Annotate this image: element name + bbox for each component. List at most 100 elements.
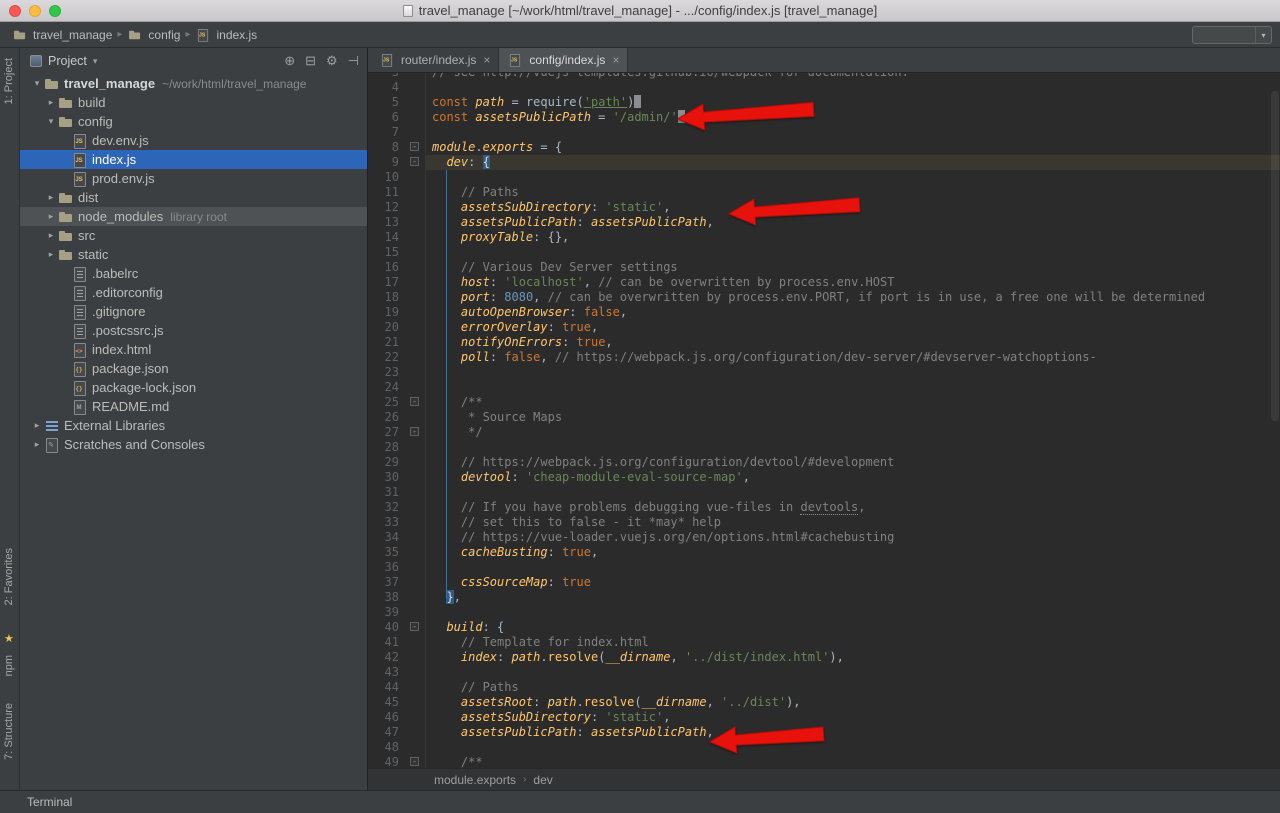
fold-marker-icon[interactable]: - <box>410 427 419 436</box>
collapse-all-icon[interactable]: ⊟ <box>305 53 316 69</box>
code-line: index: path.resolve(__dirname, '../dist/… <box>460 650 844 664</box>
line-number: 19 <box>384 305 399 319</box>
tree-item[interactable]: .gitignore <box>20 302 367 321</box>
fold-marker-icon[interactable]: - <box>410 142 419 151</box>
folder-icon <box>129 28 143 42</box>
tree-item[interactable]: .editorconfig <box>20 283 367 302</box>
zoom-window-button[interactable] <box>49 5 61 17</box>
tool-stripe-npm[interactable]: npm <box>3 655 15 676</box>
line-number: 37 <box>384 575 399 589</box>
tree-item[interactable]: package.json <box>20 359 367 378</box>
close-icon[interactable]: × <box>483 53 490 67</box>
tree-item-label: config <box>78 114 113 129</box>
tree-item-suffix: library root <box>170 209 227 224</box>
fold-marker-icon[interactable]: - <box>410 397 419 406</box>
project-tree[interactable]: ▾ travel_manage ~/work/html/travel_manage ▸… <box>20 74 367 790</box>
line-number: 47 <box>384 725 399 739</box>
close-window-button[interactable] <box>9 5 21 17</box>
tree-item-suffix: ~/work/html/travel_manage <box>162 76 307 91</box>
locate-file-icon[interactable]: ⊕ <box>284 53 295 69</box>
folder-icon <box>44 76 60 92</box>
scratch-icon <box>44 437 60 453</box>
tree-item[interactable]: index.html <box>20 340 367 359</box>
breadcrumb-label: config <box>148 27 181 42</box>
tree-item[interactable]: ▸ Scratches and Consoles <box>20 435 367 454</box>
tree-item[interactable]: prod.env.js <box>20 169 367 188</box>
editor-tab[interactable]: config/index.js × <box>499 48 629 72</box>
editor-gutter[interactable]: 345678-9-1011121314151617181920212223242… <box>368 73 426 768</box>
line-number: 43 <box>384 665 399 679</box>
breadcrumb-item[interactable]: config <box>125 27 182 43</box>
code-pane[interactable]: // see http://vuejs-templates.github.io/… <box>426 73 1280 768</box>
tree-item-label: .editorconfig <box>92 285 163 300</box>
tree-item[interactable]: .babelrc <box>20 264 367 283</box>
tree-item[interactable]: .postcssrc.js <box>20 321 367 340</box>
tree-item[interactable]: ▸ node_modules library root <box>20 207 367 226</box>
chevron-right-icon: ▸ <box>185 29 191 40</box>
gear-icon[interactable]: ⚙ <box>326 53 338 69</box>
tree-item[interactable]: ▸ build <box>20 93 367 112</box>
line-number: 41 <box>384 635 399 649</box>
code-editor[interactable]: 345678-9-1011121314151617181920212223242… <box>368 73 1280 768</box>
line-number: 9- <box>368 155 425 170</box>
tree-item[interactable]: ▸ External Libraries <box>20 416 367 435</box>
chevron-collapsed-icon[interactable]: ▸ <box>30 439 44 450</box>
tool-stripe-favorites[interactable]: 2: Favorites <box>3 548 15 605</box>
tool-stripe-structure[interactable]: 7: Structure <box>3 703 15 760</box>
code-line: /** <box>432 395 483 409</box>
folder-icon <box>58 190 74 206</box>
code-line: errorOverlay: true, <box>460 320 599 334</box>
code-line: cacheBusting: true, <box>460 545 599 559</box>
tree-item-label: dist <box>78 190 99 205</box>
window-title: travel_manage [~/work/html/travel_manage… <box>418 3 878 18</box>
tool-stripe-project[interactable]: 1: Project <box>3 58 15 104</box>
minimize-window-button[interactable] <box>29 5 41 17</box>
editor-breadcrumb-item[interactable]: dev <box>533 773 552 787</box>
tool-stripe-terminal[interactable]: Terminal <box>27 795 72 809</box>
code-line: devtool: 'cheap-module-eval-source-map', <box>460 470 750 484</box>
tree-item[interactable]: ▸ dist <box>20 188 367 207</box>
chevron-collapsed-icon[interactable]: ▸ <box>30 420 44 431</box>
folder-icon <box>58 114 74 130</box>
tree-item[interactable]: ▾ config <box>20 112 367 131</box>
chevron-collapsed-icon[interactable]: ▸ <box>44 97 58 108</box>
chevron-expanded-icon[interactable]: ▾ <box>44 116 58 127</box>
editor-breadcrumb-item[interactable]: module.exports <box>434 773 516 787</box>
breadcrumb-item[interactable]: index.js <box>193 27 259 43</box>
tree-item-label: External Libraries <box>64 418 166 433</box>
tree-item[interactable]: README.md <box>20 397 367 416</box>
close-icon[interactable]: × <box>612 53 619 67</box>
tree-item[interactable]: index.js <box>20 150 367 169</box>
tree-item[interactable]: package-lock.json <box>20 378 367 397</box>
line-number: 18 <box>384 290 399 304</box>
code-line: proxyTable: {}, <box>460 230 570 244</box>
line-number: 6 <box>391 110 399 124</box>
fold-marker-icon[interactable]: - <box>410 157 419 166</box>
chevron-right-icon: › <box>523 774 527 785</box>
chevron-expanded-icon[interactable]: ▾ <box>30 78 44 89</box>
js-icon <box>72 171 88 187</box>
tree-item[interactable]: ▾ travel_manage ~/work/html/travel_manage <box>20 74 367 93</box>
fold-marker-icon[interactable]: - <box>410 757 419 766</box>
code-line: }, <box>446 590 461 604</box>
tree-item[interactable]: dev.env.js <box>20 131 367 150</box>
tree-item-label: index.html <box>92 342 152 357</box>
chevron-down-icon[interactable]: ▾ <box>93 56 98 67</box>
hide-panel-icon[interactable]: ⊣ <box>348 53 359 69</box>
fold-marker-icon[interactable]: - <box>410 622 419 631</box>
chevron-collapsed-icon[interactable]: ▸ <box>44 192 58 203</box>
tree-item[interactable]: ▸ static <box>20 245 367 264</box>
chevron-collapsed-icon[interactable]: ▸ <box>44 249 58 260</box>
editor-tab[interactable]: router/index.js × <box>371 48 500 72</box>
line-number: 42 <box>384 650 399 664</box>
line-number: 10 <box>384 170 399 184</box>
chevron-collapsed-icon[interactable]: ▸ <box>44 230 58 241</box>
line-number: 17 <box>384 275 399 289</box>
chevron-collapsed-icon[interactable]: ▸ <box>44 211 58 222</box>
breadcrumb-item[interactable]: travel_manage <box>10 27 114 43</box>
scrollbar[interactable] <box>1271 91 1279 421</box>
tree-item[interactable]: ▸ src <box>20 226 367 245</box>
run-config-selector[interactable]: ▾ <box>1192 26 1272 44</box>
